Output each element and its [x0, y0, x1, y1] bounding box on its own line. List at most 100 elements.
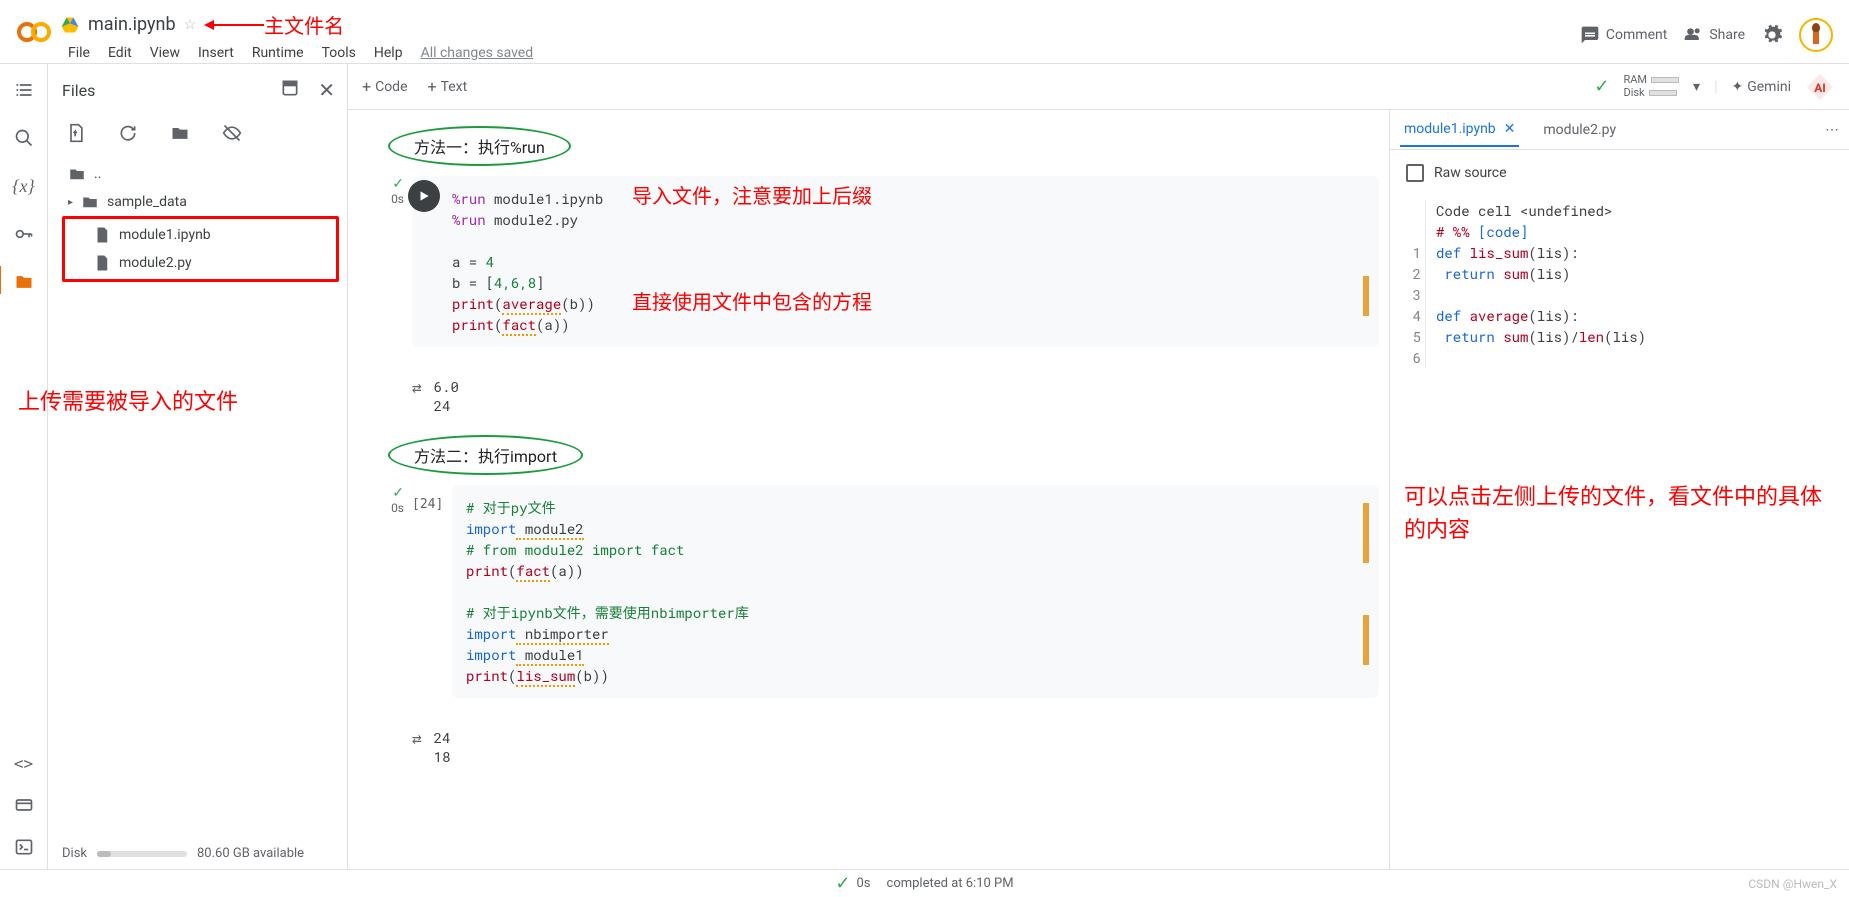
- code: (lis):: [1528, 243, 1578, 262]
- cell1-output: ⇄ 6.0 24: [364, 367, 1379, 415]
- disk-label: Disk: [62, 846, 87, 861]
- menu-bar: File Edit View Insert Runtime Tools Help…: [60, 39, 1580, 65]
- file-icon: [93, 254, 111, 272]
- exec-time-2: 0s: [391, 501, 404, 515]
- menu-insert[interactable]: Insert: [190, 41, 242, 65]
- code: (a)): [536, 315, 570, 334]
- add-text-label: Text: [441, 79, 468, 95]
- code-preview: Code cell <undefined> # %% [code] 1def l…: [1390, 196, 1849, 368]
- code: import: [466, 645, 516, 664]
- exec-count: [24]: [412, 485, 452, 698]
- code: print: [452, 294, 494, 313]
- file-module1-row[interactable]: module1.ipynb: [87, 221, 334, 249]
- hidden-files-icon[interactable]: [222, 122, 244, 144]
- exec-check-icon: ✓: [392, 176, 404, 192]
- settings-button[interactable]: [1761, 24, 1783, 46]
- mount-drive-icon[interactable]: [170, 122, 192, 144]
- uploaded-files-highlight: module1.ipynb module2.py: [62, 216, 339, 282]
- menu-runtime[interactable]: Runtime: [244, 41, 312, 65]
- document-title[interactable]: main.ipynb: [88, 14, 176, 35]
- annotation-import-note: 导入文件，注意要加上后缀: [632, 180, 872, 209]
- watermark: CSDN @Hwen_X: [1748, 877, 1837, 891]
- gemini-button[interactable]: ✦ Gemini: [1731, 79, 1791, 95]
- code-cell-2[interactable]: ✓ 0s [24] # 对于py文件 import module2 # from…: [364, 485, 1379, 698]
- code: lis_sum: [516, 666, 575, 687]
- code: average: [502, 294, 561, 315]
- close-panel-icon[interactable]: ✕: [318, 78, 335, 102]
- close-tab-icon[interactable]: ✕: [1504, 121, 1516, 137]
- menu-help[interactable]: Help: [366, 41, 411, 65]
- sample-data-label: sample_data: [107, 194, 187, 210]
- heading-method1: 方法一：执行%run: [388, 126, 571, 166]
- code: ]: [536, 273, 544, 292]
- main-area: {x} <> Files ✕ ..: [0, 64, 1849, 869]
- more-icon[interactable]: ⋯: [1825, 122, 1839, 138]
- disk-available: 80.60 GB available: [197, 846, 304, 861]
- menu-file[interactable]: File: [60, 41, 98, 65]
- new-window-icon[interactable]: [280, 78, 300, 102]
- sparkle-icon: ✦: [1731, 79, 1743, 95]
- dropdown-icon[interactable]: ▾: [1693, 79, 1700, 95]
- tab-module2[interactable]: module2.py: [1539, 114, 1620, 146]
- menu-view[interactable]: View: [142, 41, 188, 65]
- cmd-palette-icon[interactable]: [12, 793, 36, 817]
- sample-data-row[interactable]: ▸ sample_data: [62, 188, 339, 216]
- menu-edit[interactable]: Edit: [100, 41, 140, 65]
- gear-icon: [1761, 24, 1783, 46]
- output-toggle-icon[interactable]: ⇄: [412, 377, 422, 398]
- star-icon[interactable]: ☆: [184, 17, 197, 33]
- parent-dir-row[interactable]: ..: [62, 160, 339, 188]
- user-avatar[interactable]: [1799, 18, 1833, 52]
- run-cell-button[interactable]: [408, 180, 440, 212]
- code: # 对于py文件: [466, 498, 556, 517]
- header-actions: Comment Share: [1580, 4, 1833, 52]
- file-preview-panel: module1.ipynb ✕ module2.py ⋯ Raw source …: [1389, 110, 1849, 869]
- saved-status[interactable]: All changes saved: [421, 41, 534, 65]
- variables-icon[interactable]: {x}: [12, 174, 36, 198]
- terminal-icon[interactable]: [12, 835, 36, 859]
- upload-file-icon[interactable]: [66, 122, 88, 144]
- annotation-main-file-label: 主文件名: [264, 10, 344, 39]
- add-code-button[interactable]: +Code: [362, 77, 408, 96]
- code: 4,6,8: [494, 273, 536, 292]
- code: module1: [516, 645, 583, 666]
- toc-icon[interactable]: [12, 78, 36, 102]
- output-toggle-icon[interactable]: ⇄: [412, 728, 422, 749]
- code: # from module2 import fact: [466, 540, 684, 559]
- share-button[interactable]: Share: [1683, 25, 1745, 45]
- code: def: [1436, 243, 1470, 262]
- code: (a)): [550, 561, 584, 580]
- disk-usage-bar: [97, 851, 187, 857]
- code: (lis): [1604, 327, 1646, 346]
- code: # %%: [1436, 222, 1470, 241]
- code: 4: [486, 252, 494, 271]
- folder-icon: [81, 193, 99, 211]
- left-rail: {x} <>: [0, 64, 48, 869]
- files-icon[interactable]: [12, 270, 36, 294]
- comment-button[interactable]: Comment: [1580, 25, 1667, 45]
- file-module2-row[interactable]: module2.py: [87, 249, 334, 277]
- status-completed: completed at 6:10 PM: [887, 876, 1014, 891]
- tab-module1[interactable]: module1.ipynb ✕: [1400, 113, 1519, 147]
- menu-tools[interactable]: Tools: [314, 41, 364, 65]
- resource-indicator[interactable]: RAM Disk: [1623, 74, 1679, 98]
- files-panel-title: Files: [62, 81, 95, 100]
- minimap-bar: [1363, 503, 1369, 563]
- file-icon: [93, 226, 111, 244]
- disk-footer: Disk 80.60 GB available: [62, 846, 304, 861]
- notebook-cells: 方法一：执行%run ✓ 0s %run module1.ipynb %run …: [348, 110, 1389, 869]
- add-text-button[interactable]: +Text: [428, 77, 468, 96]
- ai-badge-icon[interactable]: AI: [1805, 72, 1835, 102]
- code-view-icon[interactable]: <>: [12, 751, 36, 775]
- file-module1-label: module1.ipynb: [119, 227, 211, 243]
- annotation-right-panel: 可以点击左侧上传的文件，看文件中的具体的内容: [1404, 480, 1835, 546]
- raw-source-checkbox[interactable]: [1406, 164, 1424, 182]
- code: module2.py: [486, 210, 578, 229]
- tab-module2-label: module2.py: [1543, 122, 1616, 138]
- search-icon[interactable]: [12, 126, 36, 150]
- code-cell-1[interactable]: ✓ 0s %run module1.ipynb %run module2.py …: [364, 176, 1379, 347]
- refresh-icon[interactable]: [118, 122, 140, 144]
- secrets-icon[interactable]: [12, 222, 36, 246]
- code: sum: [1503, 327, 1528, 346]
- add-code-label: Code: [375, 79, 407, 95]
